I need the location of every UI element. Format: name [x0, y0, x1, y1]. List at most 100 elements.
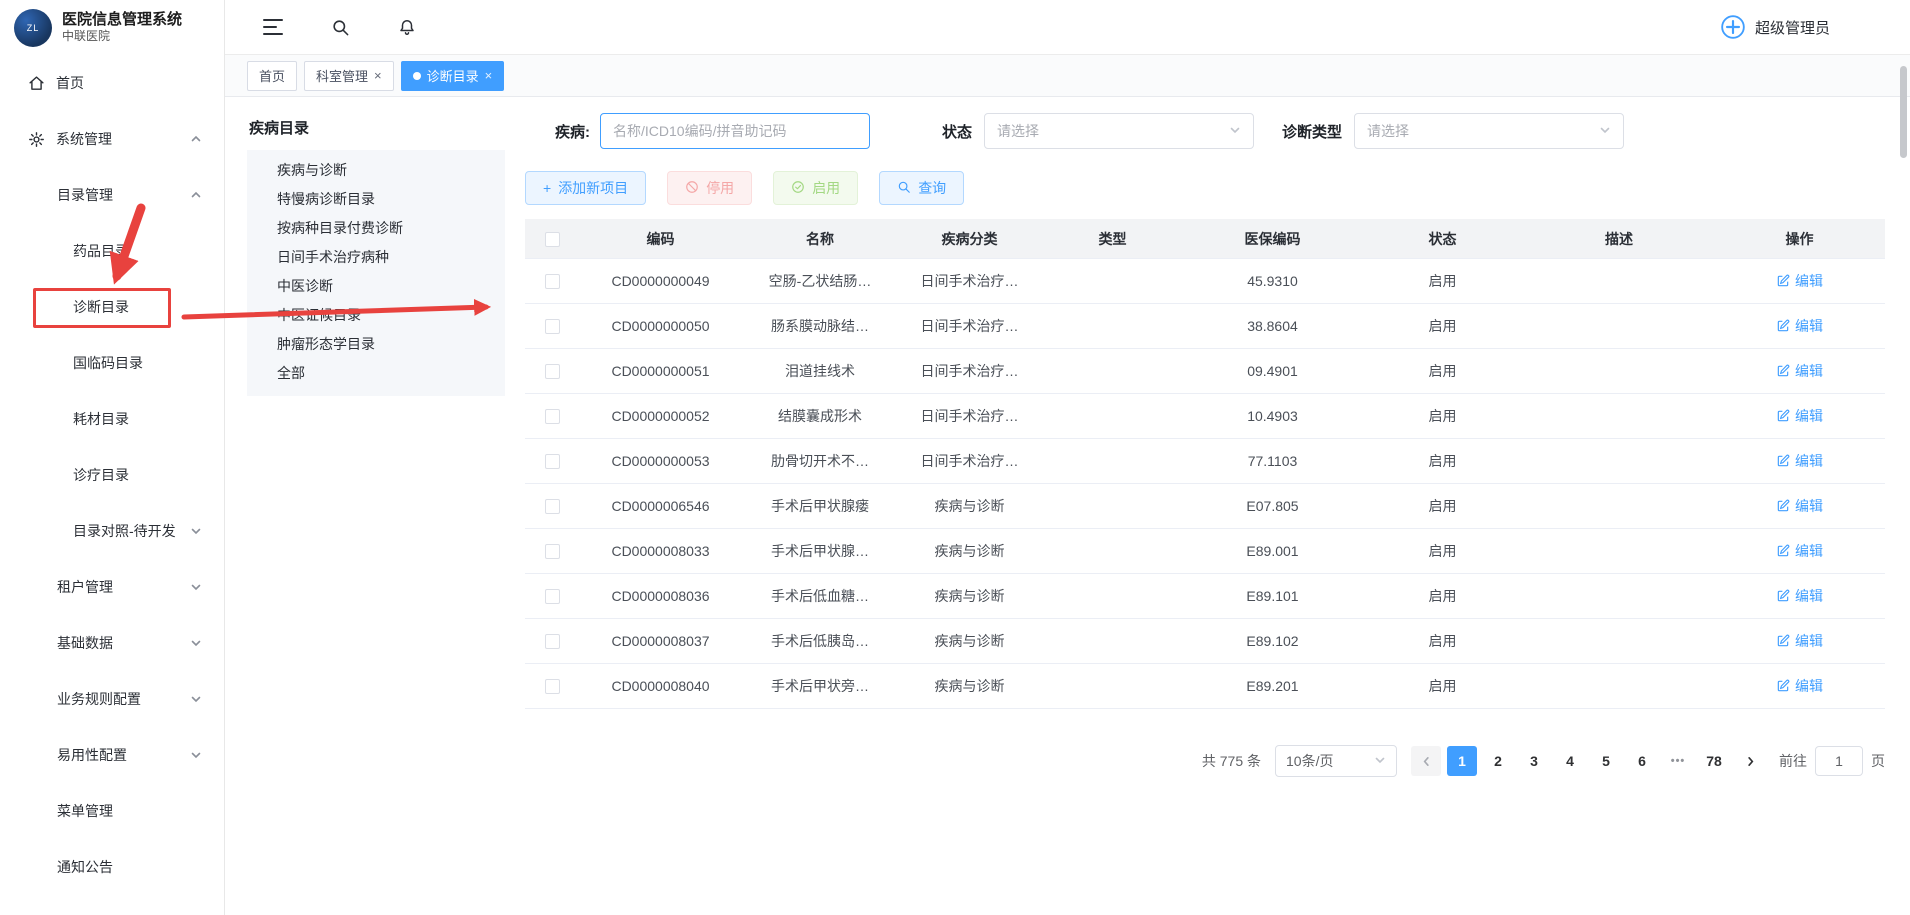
prev-page-button[interactable]: [1411, 746, 1441, 776]
search-icon[interactable]: [331, 18, 350, 37]
bell-icon[interactable]: [398, 18, 416, 37]
catalog-list: 疾病与诊断 特慢病诊断目录 按病种目录付费诊断 日间手术治疗病种 中医诊断 中医…: [247, 150, 505, 396]
edit-label: 编辑: [1795, 361, 1823, 381]
sidebar-item-usability-config[interactable]: 易用性配置: [0, 727, 224, 783]
catalog-item-chronic-disease[interactable]: 特慢病诊断目录: [247, 185, 505, 214]
edit-button[interactable]: 编辑: [1776, 586, 1823, 606]
row-checkbox[interactable]: [545, 679, 560, 694]
app-subtitle: 中联医院: [62, 29, 182, 44]
catalog-item-tcm-syndrome[interactable]: 中医证候目录: [247, 301, 505, 330]
close-icon[interactable]: ×: [374, 69, 382, 82]
query-button[interactable]: 查询: [879, 171, 964, 205]
tab-department-management[interactable]: 科室管理 ×: [304, 61, 394, 91]
row-checkbox[interactable]: [545, 499, 560, 514]
sidebar-item-basic-data[interactable]: 基础数据: [0, 615, 224, 671]
catalog-item-day-surgery[interactable]: 日间手术治疗病种: [247, 243, 505, 272]
user-area[interactable]: 超级管理员: [1720, 14, 1830, 40]
table-row: CD0000000053 肋骨切开术不… 日间手术治疗… 77.1103 启用 …: [525, 439, 1885, 484]
page-size-select[interactable]: 10条/页: [1275, 745, 1397, 777]
sidebar-item-notice[interactable]: 通知公告: [0, 839, 224, 895]
cell-category: 疾病与诊断: [898, 631, 1041, 651]
table-row: CD0000000052 结膜囊成形术 日间手术治疗… 10.4903 启用 编…: [525, 394, 1885, 439]
row-checkbox[interactable]: [545, 364, 560, 379]
diagnosis-type-select[interactable]: 请选择: [1354, 113, 1624, 149]
tab-home[interactable]: 首页: [247, 61, 297, 91]
row-checkbox[interactable]: [545, 634, 560, 649]
row-checkbox[interactable]: [545, 409, 560, 424]
edit-button[interactable]: 编辑: [1776, 676, 1823, 696]
cell-name: 肠系膜动脉结…: [742, 316, 898, 336]
sidebar-item-catalog-mapping[interactable]: 目录对照-待开发: [0, 503, 224, 559]
sidebar-item-label: 易用性配置: [57, 745, 127, 765]
sidebar-item-diagnosis-catalog[interactable]: 诊断目录: [0, 279, 224, 335]
sidebar-item-business-rules[interactable]: 业务规则配置: [0, 671, 224, 727]
cell-insurance-code: E89.001: [1184, 543, 1361, 559]
page-button-1[interactable]: 1: [1447, 746, 1477, 776]
tab-diagnosis-catalog[interactable]: 诊断目录 ×: [401, 61, 505, 91]
add-item-button[interactable]: + 添加新项目: [525, 171, 646, 205]
sidebar-item-label: 基础数据: [57, 633, 113, 653]
page-button-6[interactable]: 6: [1627, 746, 1657, 776]
more-pages-button[interactable]: •••: [1663, 746, 1693, 776]
button-label: 启用: [812, 178, 840, 198]
row-checkbox[interactable]: [545, 319, 560, 334]
sidebar-item-home[interactable]: 首页: [0, 55, 224, 111]
goto-page-input[interactable]: [1815, 746, 1863, 776]
catalog-item-all[interactable]: 全部: [247, 359, 505, 388]
sidebar-item-catalog-management[interactable]: 目录管理: [0, 167, 224, 223]
sidebar-item-drug-catalog[interactable]: 药品目录: [0, 223, 224, 279]
page-button-5[interactable]: 5: [1591, 746, 1621, 776]
chevron-down-icon: [190, 637, 202, 649]
select-all-checkbox[interactable]: [545, 232, 560, 247]
row-checkbox[interactable]: [545, 274, 560, 289]
edit-button[interactable]: 编辑: [1776, 316, 1823, 336]
page-button-2[interactable]: 2: [1483, 746, 1513, 776]
close-icon[interactable]: ×: [485, 69, 493, 82]
sidebar-item-tenant-management[interactable]: 租户管理: [0, 559, 224, 615]
edit-button[interactable]: 编辑: [1776, 631, 1823, 651]
sidebar-item-label: 通知公告: [57, 857, 113, 877]
disable-button[interactable]: 停用: [667, 171, 752, 205]
status-select-value: 请选择: [997, 121, 1039, 141]
edit-button[interactable]: 编辑: [1776, 451, 1823, 471]
page-button-78[interactable]: 78: [1699, 746, 1729, 776]
page-button-3[interactable]: 3: [1519, 746, 1549, 776]
status-select[interactable]: 请选择: [984, 113, 1254, 149]
scrollbar-thumb[interactable]: [1900, 66, 1907, 158]
sidebar-item-national-code-catalog[interactable]: 国临码目录: [0, 335, 224, 391]
row-checkbox[interactable]: [545, 454, 560, 469]
catalog-item-disease-diagnosis[interactable]: 疾病与诊断: [247, 156, 505, 185]
cell-insurance-code: E07.805: [1184, 498, 1361, 514]
goto-page: 前往 页: [1779, 746, 1885, 776]
catalog-item-tumor-morphology[interactable]: 肿瘤形态学目录: [247, 330, 505, 359]
edit-button[interactable]: 编辑: [1776, 541, 1823, 561]
sidebar-item-label: 首页: [56, 73, 84, 93]
catalog-item-tcm-diagnosis[interactable]: 中医诊断: [247, 272, 505, 301]
page-size-value: 10条/页: [1286, 751, 1333, 771]
sidebar-collapse-icon[interactable]: [263, 18, 283, 36]
next-page-button[interactable]: [1735, 746, 1765, 776]
edit-button[interactable]: 编辑: [1776, 406, 1823, 426]
cell-insurance-code: 45.9310: [1184, 273, 1361, 289]
disease-search-input[interactable]: [600, 113, 870, 149]
table-row: CD0000000049 空肠-乙状结肠… 日间手术治疗… 45.9310 启用…: [525, 259, 1885, 304]
cell-category: 日间手术治疗…: [898, 271, 1041, 291]
edit-label: 编辑: [1795, 676, 1823, 696]
page-button-4[interactable]: 4: [1555, 746, 1585, 776]
row-checkbox[interactable]: [545, 589, 560, 604]
edit-button[interactable]: 编辑: [1776, 361, 1823, 381]
enable-button[interactable]: 启用: [773, 171, 858, 205]
sidebar-item-menu-management[interactable]: 菜单管理: [0, 783, 224, 839]
row-checkbox[interactable]: [545, 544, 560, 559]
sidebar-item-treatment-catalog[interactable]: 诊疗目录: [0, 447, 224, 503]
sidebar-item-label: 诊断目录: [73, 297, 129, 317]
sidebar-item-system-management[interactable]: 系统管理: [0, 111, 224, 167]
catalog-item-drg-payment[interactable]: 按病种目录付费诊断: [247, 214, 505, 243]
cell-status: 启用: [1361, 271, 1524, 291]
hospital-logo: ZL: [14, 9, 52, 47]
edit-button[interactable]: 编辑: [1776, 271, 1823, 291]
edit-button[interactable]: 编辑: [1776, 496, 1823, 516]
check-circle-icon: [791, 180, 805, 197]
sidebar-item-consumables-catalog[interactable]: 耗材目录: [0, 391, 224, 447]
action-toolbar: + 添加新项目 停用 启用 查询: [525, 171, 1885, 205]
